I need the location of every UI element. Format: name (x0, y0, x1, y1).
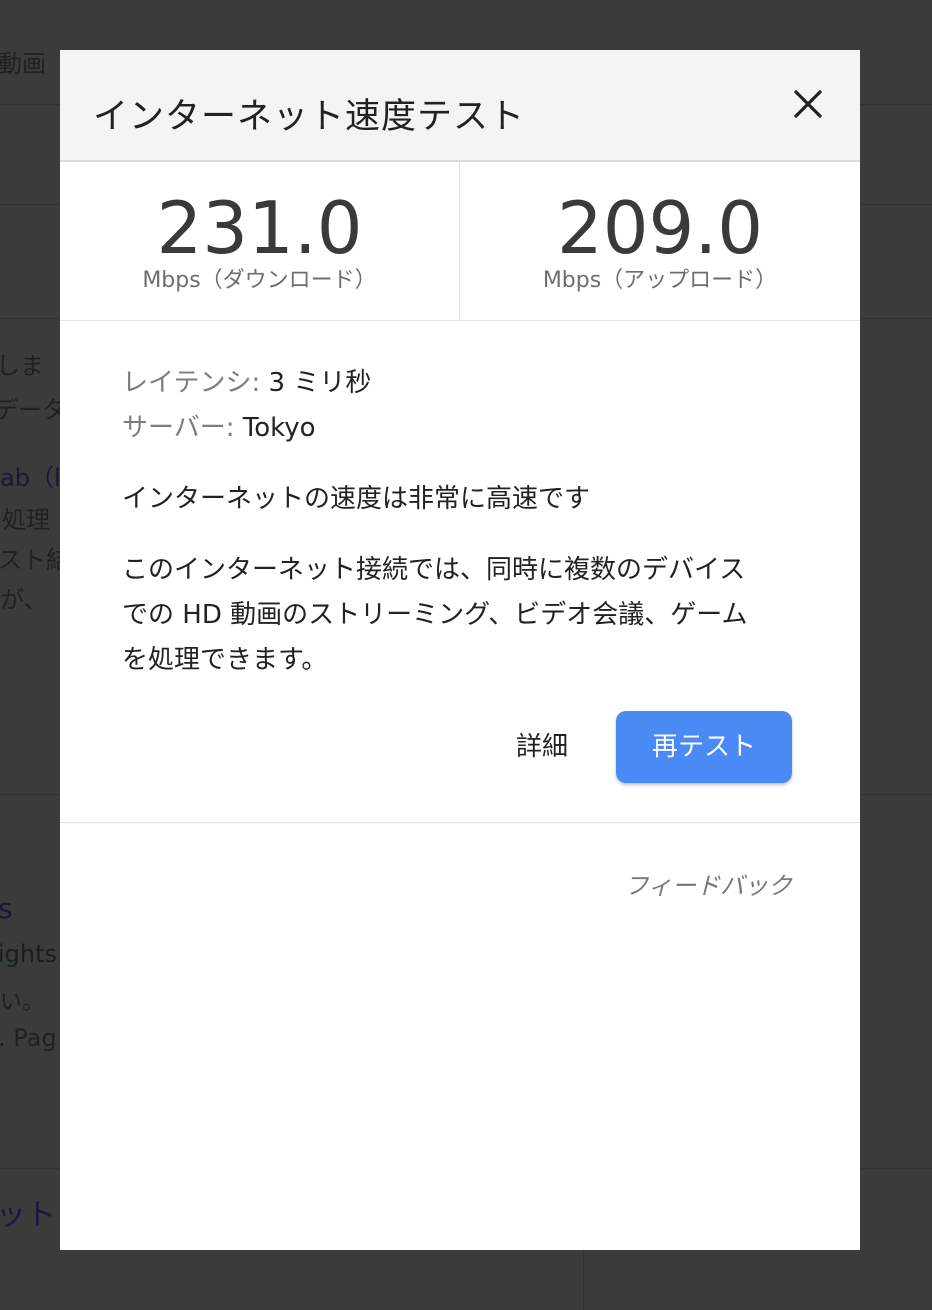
download-speed-unit: Mbps（ダウンロード） (142, 268, 377, 293)
speed-description: このインターネット接続では、同時に複数のデバイス での HD 動画のストリーミン… (122, 555, 748, 675)
dialog-title: インターネット速度テスト (93, 97, 526, 137)
download-result: 231.0 Mbps（ダウンロード） (60, 162, 460, 320)
latency-row: レイテンシ: 3 ミリ秒 (122, 362, 371, 399)
upload-speed-value: 209.0 (556, 186, 764, 270)
bg-text: . Pag (0, 1024, 57, 1052)
close-button[interactable] (790, 86, 826, 122)
latency-label: レイテンシ: (122, 368, 261, 398)
upload-result: 209.0 Mbps（アップロード） (460, 162, 860, 320)
server-value: Tokyo (242, 413, 316, 443)
bg-text: しま (0, 352, 44, 380)
bg-text: データ (0, 396, 66, 424)
speed-test-dialog: インターネット速度テスト 231.0 Mbps（ダウンロード） 209.0 Mb… (60, 50, 860, 1250)
download-speed-value: 231.0 (156, 186, 363, 270)
feedback-link[interactable]: フィードバック (624, 866, 792, 901)
upload-speed-unit: Mbps（アップロード） (542, 268, 778, 293)
retest-button[interactable]: 再テスト (616, 711, 792, 783)
details-button[interactable]: 詳細 (497, 711, 587, 783)
screen: 動画 しま データ ab（l 処理 スト結 が、 s ights. い。 . P… (0, 0, 932, 1310)
bg-text: 処理 (2, 506, 50, 534)
dialog-header: インターネット速度テスト (60, 50, 860, 162)
bg-link: ット (0, 1198, 56, 1233)
server-row: サーバー: Tokyo (122, 407, 316, 444)
latency-value: 3 ミリ秒 (268, 368, 372, 398)
bg-divider (583, 1250, 584, 1310)
bg-nav-video: 動画 (0, 50, 46, 78)
close-icon (794, 90, 822, 118)
bg-link: ab（l (0, 464, 61, 492)
bg-url: ights. (0, 940, 65, 968)
bg-link: s (0, 892, 13, 925)
bg-text: が、 (0, 586, 48, 614)
bg-text: い。 (0, 990, 45, 1015)
server-label: サーバー: (122, 413, 235, 443)
footer-divider (60, 822, 860, 823)
speed-results: 231.0 Mbps（ダウンロード） 209.0 Mbps（アップロード） (60, 162, 860, 321)
speed-summary: インターネットの速度は非常に高速です (122, 484, 591, 514)
